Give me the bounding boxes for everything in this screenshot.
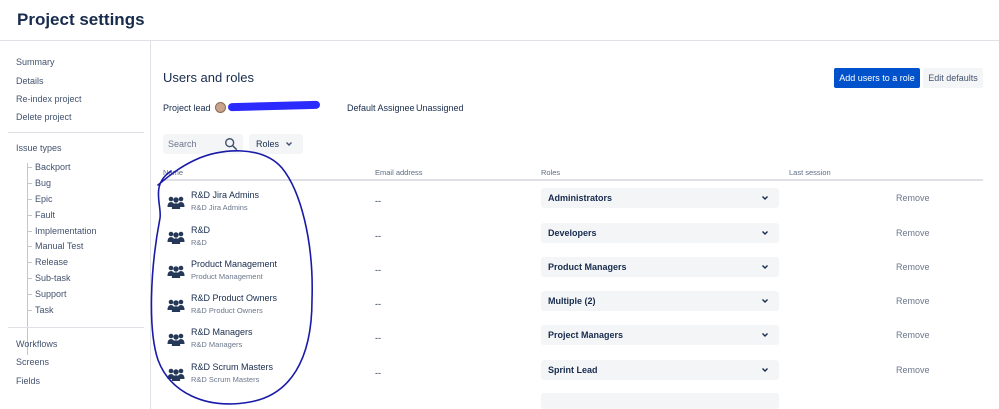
- group-icon: [167, 231, 185, 244]
- table-row: R&D Managers R&D Managers -- Project Man…: [151, 324, 999, 358]
- role-dropdown-value: Developers: [548, 228, 597, 238]
- sidebar-item-reindex-project[interactable]: Re-index project: [16, 94, 82, 104]
- role-dropdown[interactable]: Project Managers: [541, 325, 779, 345]
- sidebar-issue-type-task[interactable]: Task: [27, 305, 54, 315]
- chevron-down-icon: [762, 265, 768, 269]
- role-dropdown-value: Multiple (2): [548, 296, 596, 306]
- table-row: R&D Jira Admins R&D Jira Admins -- Admin…: [151, 187, 999, 221]
- table-row: R&D Product Owners R&D Product Owners --…: [151, 290, 999, 324]
- remove-button[interactable]: Remove: [896, 365, 930, 375]
- remove-button[interactable]: Remove: [896, 193, 930, 203]
- page-header: Project settings: [0, 0, 999, 41]
- sidebar-issue-type-backport[interactable]: Backport: [27, 162, 71, 172]
- group-subtitle: R&D Jira Admins: [191, 203, 248, 212]
- email-value: --: [375, 231, 381, 241]
- group-icon: [167, 368, 185, 381]
- sidebar: Summary Details Re-index project Delete …: [0, 41, 151, 409]
- chevron-down-icon: [762, 299, 768, 303]
- email-value: --: [375, 368, 381, 378]
- table-row: R&D R&D -- Developers Remove: [151, 222, 999, 256]
- role-dropdown[interactable]: Developers: [541, 223, 779, 243]
- group-name-link[interactable]: R&D Jira Admins: [191, 190, 259, 200]
- group-icon: [167, 333, 185, 346]
- group-subtitle: Product Management: [191, 272, 263, 281]
- search-icon[interactable]: [224, 137, 238, 151]
- sidebar-item-issue-types[interactable]: Issue types: [16, 143, 62, 153]
- email-value: --: [375, 265, 381, 275]
- group-name-link[interactable]: R&D Product Owners: [191, 293, 277, 303]
- chevron-down-icon: [762, 333, 768, 337]
- group-subtitle: R&D Scrum Masters: [191, 375, 260, 384]
- group-icon: [167, 265, 185, 278]
- chevron-down-icon: [762, 231, 768, 235]
- role-dropdown[interactable]: [541, 393, 779, 409]
- sidebar-issue-type-support[interactable]: Support: [27, 289, 67, 299]
- sidebar-item-workflows[interactable]: Workflows: [16, 339, 57, 349]
- email-value: --: [375, 333, 381, 343]
- sidebar-item-screens[interactable]: Screens: [16, 357, 49, 367]
- add-users-to-role-button[interactable]: Add users to a role: [834, 68, 920, 88]
- group-subtitle: R&D Managers: [191, 340, 243, 349]
- search-input[interactable]: [168, 137, 223, 151]
- sidebar-divider: [8, 132, 144, 133]
- redacted-project-lead-name[interactable]: [227, 100, 321, 112]
- roles-filter-label: Roles: [256, 139, 280, 149]
- sidebar-item-summary[interactable]: Summary: [16, 57, 55, 67]
- sidebar-issue-type-bug[interactable]: Bug: [26, 178, 51, 188]
- remove-button[interactable]: Remove: [896, 296, 930, 306]
- remove-button[interactable]: Remove: [896, 330, 930, 340]
- sidebar-item-details[interactable]: Details: [16, 76, 44, 86]
- sidebar-issue-type-epic[interactable]: Epic: [27, 194, 53, 204]
- section-title: Users and roles: [163, 70, 255, 85]
- table-row: Product Management Product Management --…: [151, 256, 999, 290]
- search-box: [163, 134, 243, 154]
- chevron-down-icon: [762, 368, 768, 372]
- sidebar-item-delete-project[interactable]: Delete project: [16, 112, 72, 122]
- project-lead-label: Project lead: [163, 103, 211, 113]
- sidebar-issue-type-manual-test[interactable]: Manual Test: [26, 241, 83, 251]
- group-name-link[interactable]: R&D Managers: [191, 327, 253, 337]
- email-value: --: [375, 299, 381, 309]
- default-assignee-value: Unassigned: [416, 103, 464, 113]
- roles-filter-dropdown[interactable]: Roles: [249, 134, 303, 154]
- page-title: Project settings: [17, 10, 145, 29]
- group-subtitle: R&D Product Owners: [191, 306, 263, 315]
- role-dropdown-value: Product Managers: [548, 262, 627, 272]
- group-name-link[interactable]: R&D: [191, 225, 210, 235]
- column-header-name[interactable]: Name: [163, 168, 183, 177]
- edit-defaults-button[interactable]: Edit defaults: [923, 68, 983, 88]
- column-header-last-session[interactable]: Last session: [789, 168, 831, 177]
- sidebar-issue-type-implementation[interactable]: Implementation: [27, 226, 97, 236]
- email-value: --: [375, 196, 381, 206]
- main-content: Users and roles Add users to a role Edit…: [151, 41, 999, 409]
- column-header-roles[interactable]: Roles: [541, 168, 560, 177]
- sidebar-issue-type-sub-task[interactable]: Sub-task: [27, 273, 71, 283]
- column-header-email[interactable]: Email address: [375, 168, 423, 177]
- group-name-link[interactable]: Product Management: [191, 259, 277, 269]
- table-row: R&D Scrum Masters R&D Scrum Masters -- S…: [151, 359, 999, 393]
- role-dropdown[interactable]: Administrators: [541, 188, 779, 208]
- sidebar-issue-type-fault[interactable]: Fault: [26, 210, 55, 220]
- chevron-down-icon: [762, 196, 768, 200]
- table-header-divider: [163, 179, 983, 181]
- chevron-down-icon: [286, 142, 292, 146]
- group-icon: [167, 299, 185, 312]
- role-dropdown-value: Administrators: [548, 193, 613, 203]
- role-dropdown[interactable]: Multiple (2): [541, 291, 779, 311]
- group-name-link[interactable]: R&D Scrum Masters: [191, 362, 273, 372]
- sidebar-issue-type-release[interactable]: Release: [26, 257, 68, 267]
- role-dropdown-value: Project Managers: [548, 330, 624, 340]
- sidebar-item-fields[interactable]: Fields: [16, 376, 40, 386]
- role-dropdown[interactable]: Sprint Lead: [541, 360, 779, 380]
- remove-button[interactable]: Remove: [896, 262, 930, 272]
- remove-button[interactable]: Remove: [896, 228, 930, 238]
- sidebar-divider: [8, 327, 144, 328]
- default-assignee-label: Default Assignee: [347, 103, 415, 113]
- role-dropdown[interactable]: Product Managers: [541, 257, 779, 277]
- group-icon: [167, 196, 185, 209]
- avatar: [215, 102, 226, 113]
- group-subtitle: R&D: [191, 238, 207, 247]
- role-dropdown-value: Sprint Lead: [548, 365, 598, 375]
